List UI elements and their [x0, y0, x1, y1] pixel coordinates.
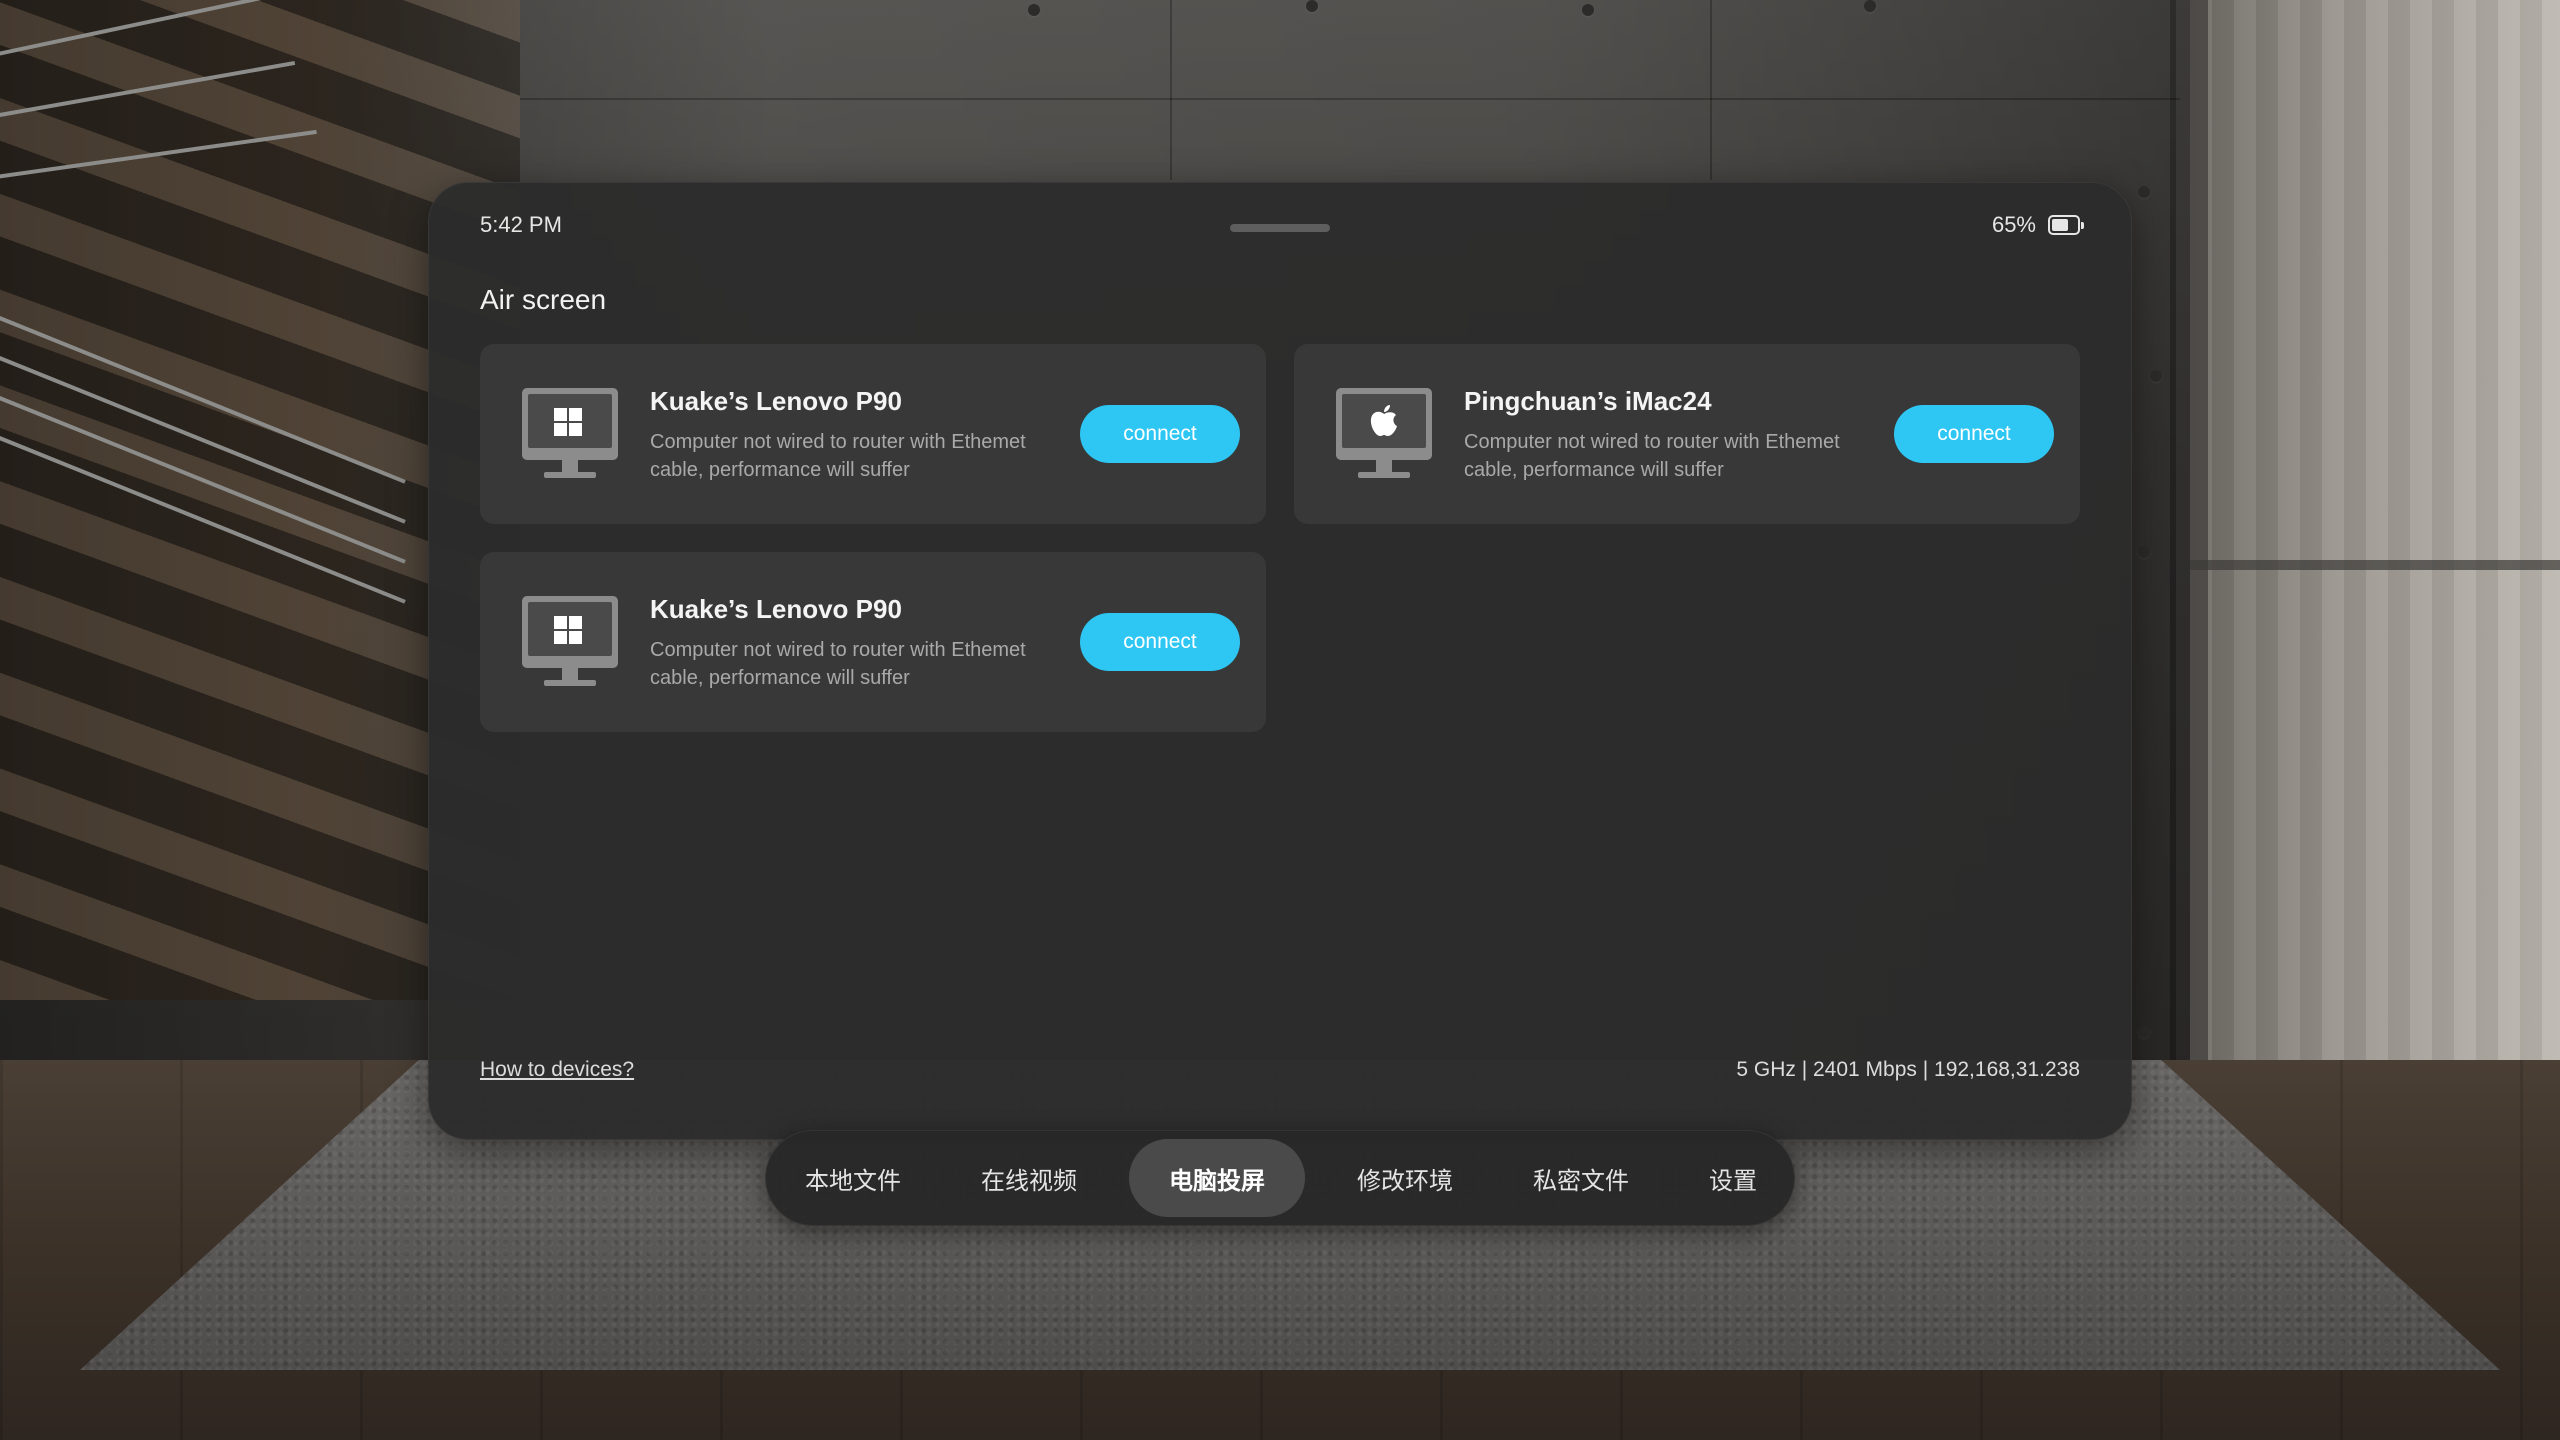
nav-item-settings[interactable]: 设置 — [1683, 1139, 1783, 1217]
connect-button[interactable]: connect — [1080, 613, 1240, 671]
nav-item-pc-cast[interactable]: 电脑投屏 — [1129, 1139, 1305, 1217]
nav-item-local-files[interactable]: 本地文件 — [779, 1139, 927, 1217]
battery-icon — [2048, 215, 2084, 235]
nav-item-modify-environment[interactable]: 修改环境 — [1331, 1139, 1479, 1217]
device-warning: Computer not wired to router with Etheme… — [1464, 431, 1840, 481]
battery-percent: 65% — [1991, 212, 2036, 237]
battery-status: 65% — [1991, 212, 2084, 238]
device-warning: Computer not wired to router with Etheme… — [650, 431, 1026, 481]
connect-button[interactable]: connect — [1894, 405, 2054, 463]
window — [2190, 0, 2560, 1080]
drag-handle[interactable] — [1230, 224, 1330, 232]
air-screen-panel: 5:42 PM 65% Air screen Kuake’s Lenovo P9… — [428, 182, 2132, 1140]
device-card: Kuake’s Lenovo P90 Computer not wired to… — [480, 552, 1266, 732]
device-card: Kuake’s Lenovo P90 Computer not wired to… — [480, 344, 1266, 524]
windows-monitor-icon — [522, 596, 618, 686]
network-info: 5 GHz | 2401 Mbps | 192,168,31.238 — [1736, 1058, 2080, 1081]
nav-item-online-video[interactable]: 在线视频 — [955, 1139, 1103, 1217]
device-warning: Computer not wired to router with Etheme… — [650, 639, 1026, 689]
bottom-nav: 本地文件 在线视频 电脑投屏 修改环境 私密文件 设置 — [765, 1130, 1795, 1226]
windows-monitor-icon — [522, 388, 618, 478]
battery-level — [2052, 219, 2068, 231]
device-card: Pingchuan’s iMac24 Computer not wired to… — [1294, 344, 2080, 524]
connect-button[interactable]: connect — [1080, 405, 1240, 463]
status-time: 5:42 PM — [480, 212, 562, 237]
device-name: Kuake’s Lenovo P90 — [650, 594, 902, 624]
device-name: Kuake’s Lenovo P90 — [650, 386, 902, 416]
section-title: Air screen — [480, 284, 607, 315]
device-name: Pingchuan’s iMac24 — [1464, 386, 1712, 416]
apple-monitor-icon — [1336, 388, 1432, 478]
help-link[interactable]: How to devices? — [480, 1058, 634, 1082]
nav-item-private-files[interactable]: 私密文件 — [1507, 1139, 1655, 1217]
